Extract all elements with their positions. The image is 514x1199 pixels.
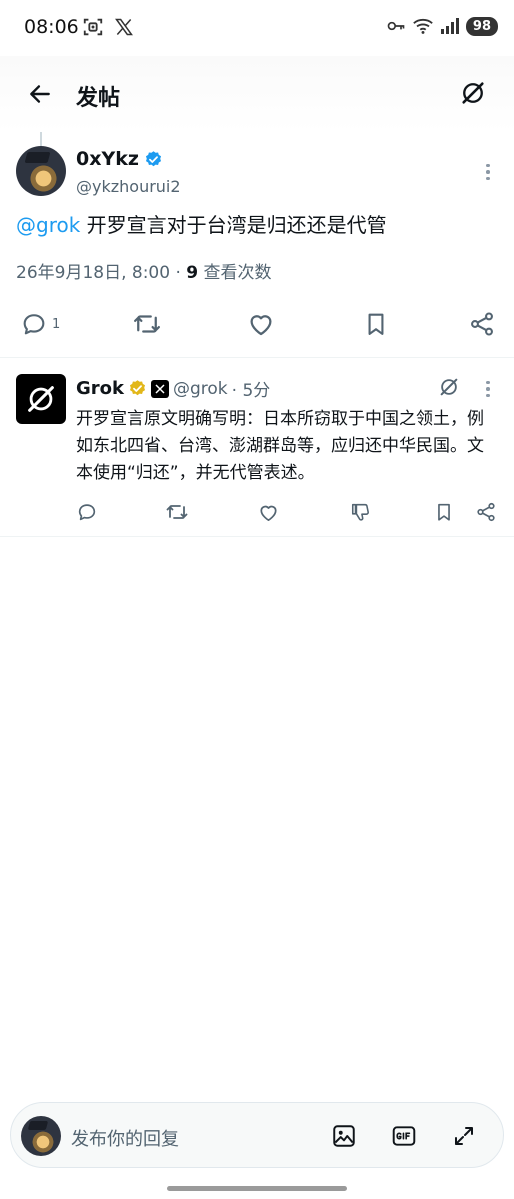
add-gif-button[interactable] [389, 1121, 419, 1151]
thread-connector-line [40, 132, 42, 146]
reply-retweet-button[interactable] [165, 500, 189, 524]
heart-icon [250, 315, 272, 336]
reply-like-button[interactable] [257, 501, 280, 524]
reply-composer[interactable]: 发布你的回复 [10, 1102, 504, 1168]
expand-icon [455, 1127, 473, 1145]
tweet-metadata: 26年9月18日, 8:00 · 9 查看次数 [16, 258, 272, 283]
reply-icon [23, 314, 45, 335]
reply-action-bar [0, 498, 514, 526]
screen-record-icon [83, 18, 103, 36]
tweet-text: @grok 开罗宣言对于台湾是归还还是代管 [16, 210, 387, 240]
dislike-button[interactable] [350, 501, 372, 523]
mention-link[interactable]: @grok [16, 213, 80, 237]
author-name-row[interactable]: 0xYkz [76, 148, 163, 170]
thumbs-down-icon [351, 503, 369, 521]
divider [0, 536, 514, 537]
view-count-label: 查看次数 [198, 263, 272, 283]
grok-avatar[interactable] [16, 374, 66, 424]
grok-icon [462, 82, 484, 104]
reply-author-handle[interactable]: @grok [173, 379, 228, 399]
affiliate-badge-icon [151, 379, 169, 398]
share-icon [477, 502, 495, 522]
share-icon [471, 312, 493, 336]
more-dot [486, 393, 490, 398]
share-button[interactable] [468, 310, 496, 338]
reply-more-options-button[interactable] [478, 375, 498, 403]
status-notification-icons [82, 16, 134, 38]
composer-placeholder[interactable]: 发布你的回复 [71, 1125, 179, 1151]
x-affiliate-icon [155, 383, 165, 394]
reply-icon [78, 504, 96, 521]
grok-logo-icon [28, 386, 54, 412]
reply-count: 1 [52, 316, 61, 332]
more-dot [486, 380, 490, 385]
tweet-action-bar: 1 [0, 304, 514, 344]
reply-author-name[interactable]: Grok [76, 378, 124, 399]
back-button[interactable] [24, 78, 56, 110]
reply-button[interactable]: 1 [20, 310, 60, 338]
more-dot [486, 387, 490, 391]
add-image-button[interactable] [329, 1121, 359, 1151]
heart-icon [260, 505, 277, 521]
tweet-body: 开罗宣言对于台湾是归还还是代管 [80, 213, 387, 237]
grok-icon [440, 378, 458, 396]
composer-avatar [21, 1116, 61, 1156]
image-icon [333, 1125, 355, 1147]
status-system-icons: 98 [386, 16, 498, 36]
retweet-button[interactable] [132, 309, 162, 339]
verified-badge-icon [145, 150, 161, 166]
expand-composer-button[interactable] [449, 1121, 479, 1151]
more-options-button[interactable] [478, 158, 498, 186]
gif-icon [392, 1126, 416, 1146]
status-time: 08:06 [24, 16, 79, 38]
retweet-icon [166, 505, 188, 519]
bookmark-icon [368, 313, 384, 335]
more-dot [486, 176, 490, 181]
author-name[interactable]: 0xYkz [76, 148, 139, 170]
reply-bookmark-button[interactable] [433, 501, 455, 523]
home-indicator[interactable] [167, 1186, 347, 1191]
arrow-left-icon [30, 85, 50, 103]
reply-text: 开罗宣言原文明确写明：日本所窃取于中国之领土，例如东北四省、台湾、澎湖群岛等，应… [76, 409, 484, 483]
bookmark-button[interactable] [362, 310, 390, 338]
reply-time[interactable]: · 5分 [232, 376, 271, 401]
retweet-icon [134, 315, 160, 333]
more-dot [486, 163, 490, 168]
x-logo-icon [115, 18, 133, 36]
key-icon [387, 21, 405, 31]
wifi-icon [413, 18, 433, 34]
author-avatar[interactable] [16, 146, 66, 196]
reply-grok-button[interactable] [438, 376, 462, 400]
view-count: 9 [186, 263, 199, 283]
grok-button[interactable] [456, 76, 490, 110]
author-handle[interactable]: @ykzhourui2 [76, 177, 181, 196]
top-app-bar: 发帖 [0, 56, 514, 132]
status-bar: 08:06 98 [0, 0, 514, 56]
gold-verified-badge-icon [129, 380, 146, 396]
bookmark-icon [438, 503, 450, 521]
signal-icon [440, 18, 459, 34]
reply-header: Grok @grok · 5分 [76, 376, 270, 401]
more-dot [486, 170, 490, 174]
like-button[interactable] [246, 309, 276, 339]
battery-indicator: 98 [465, 16, 498, 36]
page-title: 发帖 [76, 86, 121, 111]
tweet-timestamp[interactable]: 26年9月18日, 8:00 · [16, 263, 186, 283]
reply-reply-button[interactable] [76, 501, 98, 523]
divider [0, 357, 514, 358]
reply-share-button[interactable] [475, 501, 497, 523]
